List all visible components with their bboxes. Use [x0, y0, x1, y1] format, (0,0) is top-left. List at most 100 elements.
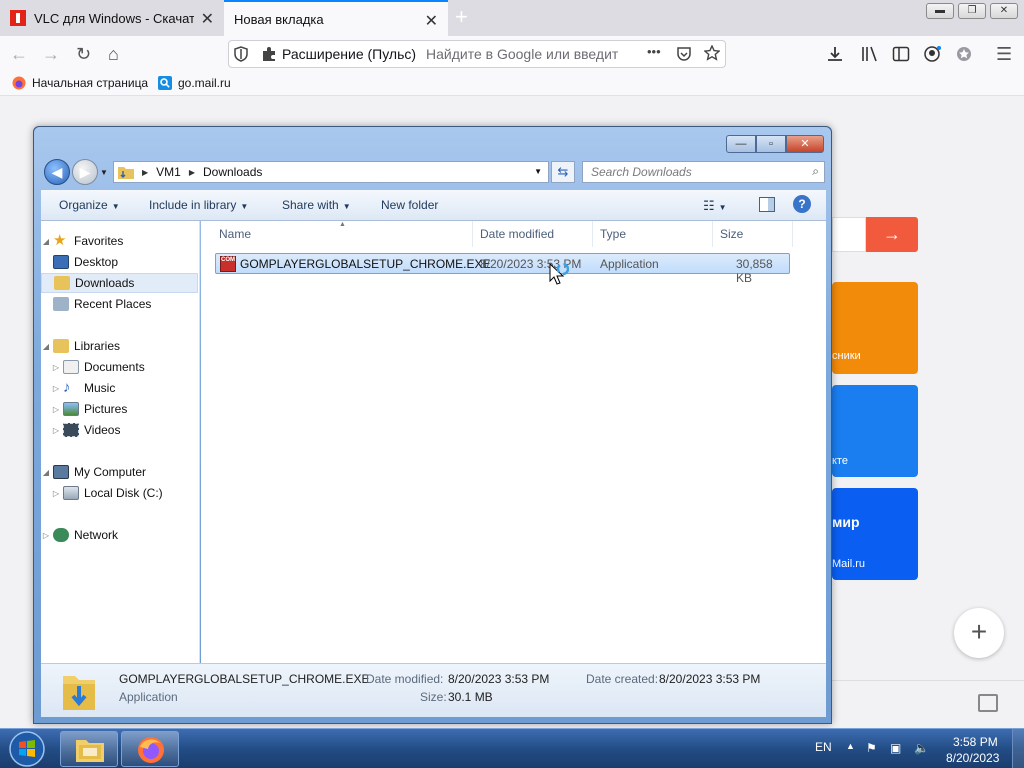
close-button[interactable]: ✕ [990, 3, 1018, 19]
menu-icon[interactable]: ☰ [996, 44, 1012, 64]
explorer-maximize-button[interactable]: ▫ [756, 135, 786, 153]
back-button[interactable]: ← [10, 44, 28, 64]
taskbar-firefox[interactable] [121, 731, 179, 767]
tile-text: сники [832, 350, 861, 362]
address-bar[interactable]: ▶ VM1 ▶ Downloads ▼ [113, 161, 549, 183]
explorer-window: — ▫ ✕ ◀ ▶ ▼ ▶ VM1 ▶ Downloads ▼ ⇆ Search… [33, 126, 832, 724]
column-divider[interactable] [792, 221, 793, 247]
pocket-icon[interactable] [676, 46, 692, 62]
nav-desktop[interactable]: Desktop [41, 252, 198, 272]
extension-icon[interactable] [956, 46, 974, 62]
url-input[interactable]: Найдите в Google или введит [426, 46, 618, 62]
nav-my-computer[interactable]: ◢ My Computer [41, 462, 198, 482]
tile-mail[interactable]: мир Mail.ru [832, 488, 918, 580]
nav-libraries[interactable]: ◢ Libraries [41, 336, 198, 356]
recent-places-icon [53, 297, 69, 311]
pictures-icon [63, 402, 79, 416]
reload-button[interactable]: ↻ [76, 44, 91, 64]
account-icon[interactable] [924, 46, 942, 62]
download-icon[interactable] [826, 46, 844, 62]
tile-orange[interactable]: сники [832, 282, 918, 374]
nav-pictures[interactable]: ▷ Pictures [41, 399, 198, 419]
home-button[interactable]: ⌂ [108, 44, 119, 64]
forward-arrow-icon[interactable]: ▶ [72, 159, 98, 185]
share-with-button[interactable]: Share with ▼ [282, 198, 351, 212]
nav-network[interactable]: ▷ Network [41, 525, 198, 545]
page-search-button[interactable]: → [866, 217, 918, 252]
clock-date[interactable]: 8/20/2023 [946, 751, 999, 765]
view-options-icon[interactable]: ☷ ▼ [703, 198, 727, 214]
nav-videos[interactable]: ▷ Videos [41, 420, 198, 440]
page-actions-icon[interactable]: ••• [647, 44, 661, 59]
page-search-input[interactable] [832, 217, 866, 252]
chevron-down-icon[interactable]: ▼ [534, 167, 542, 176]
minimize-button[interactable]: ▬ [926, 3, 954, 19]
nav-favorites[interactable]: ◢ ★ Favorites [41, 231, 198, 251]
bookmark-home[interactable]: Начальная страница [12, 76, 148, 90]
library-icon[interactable] [860, 46, 878, 62]
volume-muted-icon[interactable]: 🔈 [914, 741, 929, 755]
tab-new[interactable]: Новая вкладка ✕ [224, 0, 448, 36]
column-header-size[interactable]: Size [720, 227, 743, 241]
nav-music[interactable]: ▷ ♪ Music [41, 378, 198, 398]
language-indicator[interactable]: EN [815, 740, 832, 754]
nav-documents[interactable]: ▷ Documents [41, 357, 198, 377]
add-shortcut-button[interactable]: + [954, 608, 1004, 658]
nav-recent-places[interactable]: Recent Places [41, 294, 198, 314]
new-folder-button[interactable]: New folder [381, 198, 438, 212]
expand-icon[interactable]: ◢ [41, 237, 51, 246]
breadcrumb-vm1[interactable]: VM1 [156, 165, 181, 179]
column-header-type[interactable]: Type [600, 227, 626, 241]
table-row[interactable]: COM GOMPLAYERGLOBALSETUP_CHROME.EXE 8/20… [215, 253, 790, 285]
show-hidden-icons-icon[interactable]: ▲ [846, 741, 855, 751]
extension-label[interactable]: Расширение (Пульс) [282, 46, 416, 62]
organize-button[interactable]: Organize ▼ [59, 198, 120, 212]
column-header-date-modified[interactable]: Date modified [480, 227, 554, 241]
tile-blue[interactable]: кте [832, 385, 918, 477]
back-arrow-icon[interactable]: ◀ [44, 159, 70, 185]
start-button[interactable] [4, 729, 50, 768]
action-center-icon[interactable]: ⚑ [866, 741, 877, 755]
tab-vlc[interactable]: VLC для Windows - Скачать бесплатно ✕ [0, 0, 224, 36]
file-name: GOMPLAYERGLOBALSETUP_CHROME.EXE [240, 257, 491, 271]
bookmark-go-mail[interactable]: go.mail.ru [158, 76, 231, 90]
show-desktop-button[interactable] [1012, 729, 1024, 768]
search-input[interactable]: Search Downloads ⌕ [582, 161, 825, 183]
help-icon[interactable]: ? [793, 195, 811, 213]
nav-local-disk[interactable]: ▷ Local Disk (C:) [41, 483, 198, 503]
preview-pane-icon[interactable] [759, 197, 775, 212]
maximize-button[interactable]: ❐ [958, 3, 986, 19]
tile-text: Mail.ru [832, 558, 866, 570]
search-icon[interactable]: ⌕ [812, 164, 819, 179]
recent-pages-icon[interactable]: ▼ [100, 168, 108, 177]
videos-icon [63, 423, 79, 437]
music-icon: ♪ [63, 379, 71, 396]
explorer-close-button[interactable]: ✕ [786, 135, 824, 153]
page-divider [832, 680, 1024, 681]
breadcrumb-downloads[interactable]: Downloads [203, 165, 262, 179]
taskbar-explorer[interactable] [60, 731, 118, 767]
include-in-library-button[interactable]: Include in library ▼ [149, 198, 248, 212]
sidebar-icon[interactable] [892, 46, 910, 62]
network-status-icon[interactable]: ▣ [890, 741, 901, 755]
column-divider[interactable] [592, 221, 593, 247]
refresh-icon[interactable]: ⇆ [551, 161, 575, 183]
column-header-name[interactable]: Name [219, 227, 251, 241]
image-icon[interactable] [978, 694, 998, 712]
close-tab-icon[interactable]: ✕ [425, 11, 438, 31]
close-tab-icon[interactable]: ✕ [201, 9, 214, 29]
nav-downloads[interactable]: Downloads [41, 273, 198, 293]
bookmark-star-icon[interactable] [704, 45, 720, 61]
forward-button[interactable]: → [42, 44, 60, 64]
new-tab-button[interactable]: + [455, 4, 468, 30]
explorer-minimize-button[interactable]: — [726, 135, 756, 153]
column-divider[interactable] [472, 221, 473, 247]
column-divider[interactable] [712, 221, 713, 247]
nav-label: Downloads [75, 276, 135, 290]
expand-icon[interactable]: ◢ [41, 468, 51, 477]
expand-icon[interactable]: ◢ [41, 342, 51, 351]
nav-label: Network [74, 528, 119, 542]
desktop-icon [53, 255, 69, 269]
shield-icon[interactable] [234, 46, 248, 62]
clock-time[interactable]: 3:58 PM [953, 735, 998, 749]
